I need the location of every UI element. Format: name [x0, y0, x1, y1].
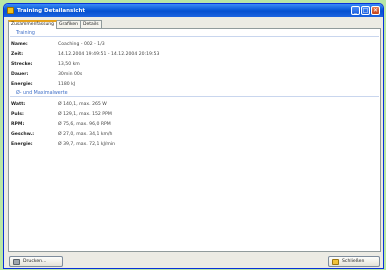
app-icon — [7, 7, 14, 14]
summary-panel: Training Name: Coaching - 002 - 1/3 Zeit… — [8, 28, 381, 252]
averages-section-heading: Ø- und Maximalwerte — [10, 90, 379, 97]
row-label: RPM: — [11, 121, 25, 127]
print-button[interactable]: Drucken... — [9, 256, 63, 267]
maximize-button[interactable]: □ — [361, 6, 370, 15]
row-label: Name: — [11, 41, 28, 47]
row-label: Energie: — [11, 81, 33, 87]
row-label: Puls: — [11, 111, 24, 117]
row-value: 1180 kJ — [58, 81, 76, 87]
row-label: Energie: — [11, 141, 33, 147]
row-value: Ø 140,1, max. 265 W — [58, 101, 107, 107]
tab-zusammenfassung[interactable]: Zusammenfassung — [8, 20, 58, 29]
training-detail-window: Training Detailansicht _ □ ✕ Zusammenfas… — [3, 3, 384, 269]
avg-row-watt: Watt: Ø 140,1, max. 265 W — [11, 100, 371, 108]
printer-icon — [13, 258, 20, 265]
row-value: Ø 27,0, max. 34,1 km/h — [58, 131, 113, 137]
row-value: 30min 00s — [58, 71, 83, 77]
training-row-distance: Strecke: 13,50 km — [11, 60, 371, 68]
close-button[interactable]: Schließen — [328, 256, 380, 267]
avg-row-rpm: RPM: Ø 75,6, max. 96,0 RPM — [11, 120, 371, 128]
row-value: Ø 39,7, max. 72,1 kJ/min — [58, 141, 116, 147]
avg-row-speed: Geschw.: Ø 27,0, max. 34,1 km/h — [11, 130, 371, 138]
avg-row-energy: Energie: Ø 39,7, max. 72,1 kJ/min — [11, 140, 371, 148]
window-title: Training Detailansicht — [17, 7, 86, 14]
row-label: Zeit: — [11, 51, 24, 57]
row-value: Coaching - 002 - 1/3 — [58, 41, 105, 47]
title-bar[interactable]: Training Detailansicht _ □ ✕ — [4, 4, 383, 17]
row-value: Ø 129,1, max. 152 PPM — [58, 111, 112, 117]
avg-row-pulse: Puls: Ø 129,1, max. 152 PPM — [11, 110, 371, 118]
row-value: 14.12.2004 19:49:51 - 14.12.2004 20:19:5… — [58, 51, 160, 57]
training-row-name: Name: Coaching - 002 - 1/3 — [11, 40, 371, 48]
row-label: Strecke: — [11, 61, 33, 67]
close-window-button[interactable]: ✕ — [371, 6, 380, 15]
training-row-duration: Dauer: 30min 00s — [11, 70, 371, 78]
row-label: Watt: — [11, 101, 26, 107]
print-button-label: Drucken... — [23, 259, 47, 264]
minimize-button[interactable]: _ — [351, 6, 360, 15]
training-section-heading: Training — [10, 30, 379, 37]
close-button-label: Schließen — [342, 259, 365, 264]
training-row-time: Zeit: 14.12.2004 19:49:51 - 14.12.2004 2… — [11, 50, 371, 58]
row-label: Geschw.: — [11, 131, 35, 137]
row-value: 13,50 km — [58, 61, 80, 67]
close-door-icon — [332, 258, 339, 265]
training-row-energy: Energie: 1180 kJ — [11, 80, 371, 88]
row-label: Dauer: — [11, 71, 29, 77]
row-value: Ø 75,6, max. 96,0 RPM — [58, 121, 111, 127]
